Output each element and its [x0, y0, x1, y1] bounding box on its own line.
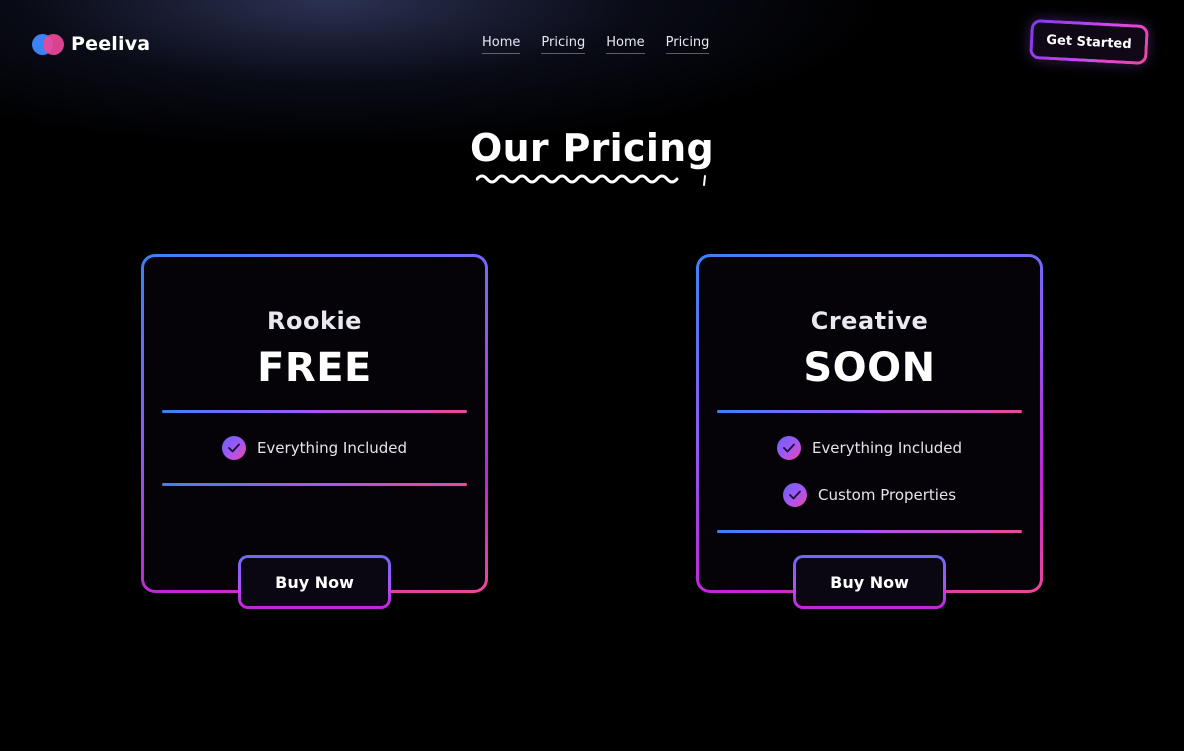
- feature-text: Everything Included: [811, 439, 963, 457]
- brand-logo-link[interactable]: Peeliva: [31, 29, 150, 59]
- header-glow: [0, 0, 1184, 140]
- nav-link-home-2[interactable]: Home: [606, 35, 645, 54]
- feature-text: Everything Included: [256, 439, 408, 457]
- title-section: Our Pricing: [0, 126, 1184, 170]
- nav-link-pricing-2[interactable]: Pricing: [665, 35, 710, 54]
- check-circle-icon: [782, 483, 807, 507]
- main-nav: Home Pricing Home Pricing: [482, 35, 710, 54]
- nav-link-home[interactable]: Home: [482, 35, 521, 54]
- buy-now-button-rookie[interactable]: Buy Now: [238, 555, 391, 609]
- feature-item: Custom Properties: [699, 483, 1040, 507]
- logo-circles-icon: [31, 32, 65, 56]
- plan-price: SOON: [803, 345, 936, 391]
- card-divider: [717, 530, 1022, 533]
- feature-item: Everything Included: [144, 436, 485, 460]
- feature-text: Custom Properties: [817, 486, 957, 504]
- feature-item: Everything Included: [699, 436, 1040, 460]
- card-divider: [162, 483, 467, 486]
- title-squiggle-underline: [476, 174, 706, 186]
- plan-name: Creative: [810, 307, 929, 335]
- page-title: Our Pricing: [469, 126, 715, 170]
- check-circle-icon: [221, 436, 246, 460]
- plan-price: FREE: [257, 345, 372, 391]
- pricing-card-creative: Creative SOON Everything Included Custom…: [696, 254, 1043, 605]
- buy-now-button-creative[interactable]: Buy Now: [793, 555, 946, 609]
- check-circle-icon: [776, 436, 801, 460]
- card-divider: [162, 410, 467, 413]
- get-started-button[interactable]: Get Started: [1029, 18, 1149, 66]
- brand-name: Peeliva: [71, 33, 151, 55]
- plan-name: Rookie: [267, 307, 362, 335]
- nav-link-pricing[interactable]: Pricing: [541, 35, 586, 54]
- pricing-card-rookie: Rookie FREE Everything Included Buy Now: [141, 254, 488, 605]
- card-divider: [717, 410, 1022, 413]
